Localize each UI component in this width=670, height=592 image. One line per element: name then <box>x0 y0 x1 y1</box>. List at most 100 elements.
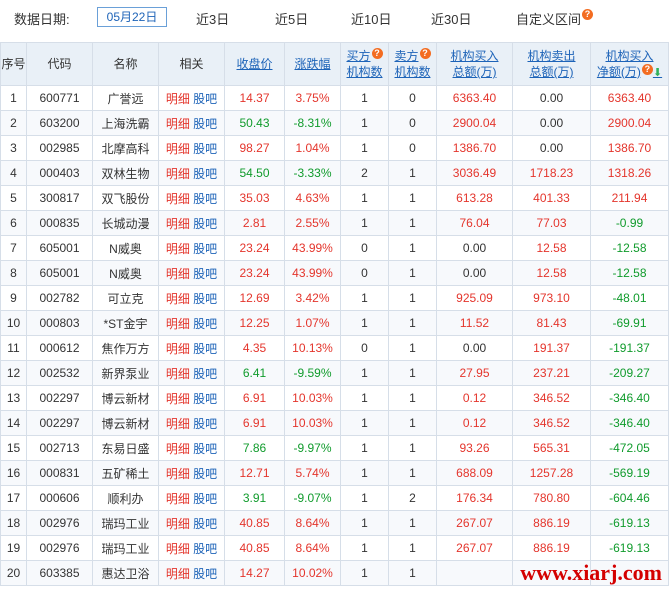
cell-name[interactable]: 东易日盛 <box>92 435 159 461</box>
col-close-price[interactable]: 收盘价 <box>224 42 285 86</box>
guba-link[interactable]: 股吧 <box>193 492 217 506</box>
col-buy-institutions[interactable]: 买方? 机构数 <box>340 42 389 86</box>
detail-link[interactable]: 明细 <box>166 467 190 481</box>
table-row[interactable]: 15 002713 东易日盛 明细 股吧 7.86 -9.97% 1 1 93.26 565.31… <box>0 435 669 461</box>
cell-name[interactable]: 惠达卫浴 <box>92 560 159 586</box>
detail-link[interactable]: 明细 <box>166 167 190 181</box>
cell-code[interactable]: 605001 <box>26 260 93 286</box>
date-picker[interactable]: 05月22日 <box>97 7 167 27</box>
table-row[interactable]: 8 605001 N威奥 明细 股吧 23.24 43.99% 0 1 0.00 12.58 -12… <box>0 260 669 286</box>
table-row[interactable]: 11 000612 焦作万方 明细 股吧 4.35 10.13% 0 1 0.00 191.37-… <box>0 335 669 361</box>
cell-name[interactable]: 博云新材 <box>92 410 159 436</box>
detail-link[interactable]: 明细 <box>166 442 190 456</box>
table-row[interactable]: 5 300817 双飞股份 明细 股吧 35.03 4.63% 1 1 613.28 401.33… <box>0 185 669 211</box>
cell-code[interactable]: 000831 <box>26 460 93 486</box>
cell-name[interactable]: 长城动漫 <box>92 210 159 236</box>
detail-link[interactable]: 明细 <box>166 317 190 331</box>
cell-code[interactable]: 000403 <box>26 160 93 186</box>
cell-code[interactable]: 000835 <box>26 210 93 236</box>
cell-code[interactable]: 000612 <box>26 335 93 361</box>
detail-link[interactable]: 明细 <box>166 242 190 256</box>
detail-link[interactable]: 明细 <box>166 117 190 131</box>
cell-name[interactable]: 焦作万方 <box>92 335 159 361</box>
detail-link[interactable]: 明细 <box>166 517 190 531</box>
table-row[interactable]: 14 002297 博云新材 明细 股吧 6.91 10.03% 1 1 0.12 346.52-… <box>0 410 669 436</box>
help-icon[interactable]: ? <box>371 48 383 59</box>
help-icon[interactable]: ? <box>641 63 653 75</box>
col-sell-amount[interactable]: 机构卖出 总额(万) <box>512 42 591 86</box>
guba-link[interactable]: 股吧 <box>193 167 217 181</box>
guba-link[interactable]: 股吧 <box>193 317 217 331</box>
option-10days[interactable]: 近10日 <box>351 9 391 28</box>
cell-name[interactable]: 北摩高科 <box>92 135 159 161</box>
table-row[interactable]: 18 002976 瑞玛工业 明细 股吧 40.85 8.64% 1 1 267.07 886.1… <box>0 510 669 536</box>
table-row[interactable]: 3 002985 北摩高科 明细 股吧 98.27 1.04% 1 0 1386.70 0.00 1… <box>0 135 669 161</box>
cell-code[interactable]: 000803 <box>26 310 93 336</box>
col-buy-amount[interactable]: 机构买入 总额(万) <box>436 42 513 86</box>
help-icon[interactable]: ? <box>419 48 431 59</box>
cell-code[interactable]: 605001 <box>26 235 93 261</box>
detail-link[interactable]: 明细 <box>166 567 190 581</box>
cell-code[interactable]: 002985 <box>26 135 93 161</box>
table-row[interactable]: 13 002297 博云新材 明细 股吧 6.91 10.03% 1 1 0.12 346.52-… <box>0 385 669 411</box>
col-net-amount[interactable]: 机构买入 净额(万)? ⬇ <box>590 42 669 86</box>
guba-link[interactable]: 股吧 <box>193 367 217 381</box>
option-5days[interactable]: 近5日 <box>275 9 308 28</box>
detail-link[interactable]: 明细 <box>166 492 190 506</box>
table-row[interactable]: 16 000831 五矿稀土 明细 股吧 12.71 5.74% 1 1 688.09 1257.… <box>0 460 669 486</box>
detail-link[interactable]: 明细 <box>166 292 190 306</box>
guba-link[interactable]: 股吧 <box>193 517 217 531</box>
cell-name[interactable]: 双林生物 <box>92 160 159 186</box>
guba-link[interactable]: 股吧 <box>193 192 217 206</box>
table-row[interactable]: 19 002976 瑞玛工业 明细 股吧 40.85 8.64% 1 1 267.07 886.1… <box>0 535 669 561</box>
cell-name[interactable]: N威奥 <box>92 235 159 261</box>
cell-name[interactable]: 双飞股份 <box>92 185 159 211</box>
col-change[interactable]: 涨跌幅 <box>284 42 341 86</box>
cell-code[interactable]: 600771 <box>26 85 93 111</box>
detail-link[interactable]: 明细 <box>166 342 190 356</box>
guba-link[interactable]: 股吧 <box>193 417 217 431</box>
cell-name[interactable]: 广誉远 <box>92 85 159 111</box>
cell-name[interactable]: 顺利办 <box>92 485 159 511</box>
guba-link[interactable]: 股吧 <box>193 467 217 481</box>
detail-link[interactable]: 明细 <box>166 392 190 406</box>
table-row[interactable]: 1 600771 广誉远 明细 股吧 14.37 3.75% 1 0 6363.40 0.00 63… <box>0 85 669 111</box>
table-row[interactable]: 9 002782 可立克 明细 股吧 12.69 3.42% 1 1 925.09 973.10-… <box>0 285 669 311</box>
cell-code[interactable]: 002532 <box>26 360 93 386</box>
option-3days[interactable]: 近3日 <box>196 9 229 28</box>
table-row[interactable]: 4 000403 双林生物 明细 股吧 54.50 -3.33% 2 1 3036.49 1718… <box>0 160 669 186</box>
cell-code[interactable]: 002297 <box>26 410 93 436</box>
guba-link[interactable]: 股吧 <box>193 92 217 106</box>
guba-link[interactable]: 股吧 <box>193 442 217 456</box>
guba-link[interactable]: 股吧 <box>193 217 217 231</box>
cell-code[interactable]: 002976 <box>26 510 93 536</box>
cell-code[interactable]: 002782 <box>26 285 93 311</box>
detail-link[interactable]: 明细 <box>166 367 190 381</box>
table-row[interactable]: 10 000803 *ST金宇 明细 股吧 12.25 1.07% 1 1 11.52 81.43… <box>0 310 669 336</box>
table-row[interactable]: 7 605001 N威奥 明细 股吧 23.24 43.99% 0 1 0.00 12.58 -12… <box>0 235 669 261</box>
cell-code[interactable]: 002976 <box>26 535 93 561</box>
detail-link[interactable]: 明细 <box>166 417 190 431</box>
detail-link[interactable]: 明细 <box>166 217 190 231</box>
option-30days[interactable]: 近30日 <box>431 9 471 28</box>
cell-code[interactable]: 002713 <box>26 435 93 461</box>
detail-link[interactable]: 明细 <box>166 267 190 281</box>
cell-name[interactable]: 瑞玛工业 <box>92 535 159 561</box>
cell-name[interactable]: 博云新材 <box>92 385 159 411</box>
cell-code[interactable]: 603200 <box>26 110 93 136</box>
detail-link[interactable]: 明细 <box>166 542 190 556</box>
detail-link[interactable]: 明细 <box>166 92 190 106</box>
guba-link[interactable]: 股吧 <box>193 142 217 156</box>
sort-desc-icon[interactable]: ⬇ <box>653 67 662 79</box>
guba-link[interactable]: 股吧 <box>193 242 217 256</box>
table-row[interactable]: 6 000835 长城动漫 明细 股吧 2.81 2.55% 1 1 76.04 77.03 -0.… <box>0 210 669 236</box>
cell-name[interactable]: N威奥 <box>92 260 159 286</box>
cell-name[interactable]: 可立克 <box>92 285 159 311</box>
cell-code[interactable]: 000606 <box>26 485 93 511</box>
guba-link[interactable]: 股吧 <box>193 292 217 306</box>
guba-link[interactable]: 股吧 <box>193 542 217 556</box>
guba-link[interactable]: 股吧 <box>193 342 217 356</box>
detail-link[interactable]: 明细 <box>166 142 190 156</box>
guba-link[interactable]: 股吧 <box>193 117 217 131</box>
table-row[interactable]: 2 603200 上海洗霸 明细 股吧 50.43 -8.31% 1 0 2900.04 0.00… <box>0 110 669 136</box>
